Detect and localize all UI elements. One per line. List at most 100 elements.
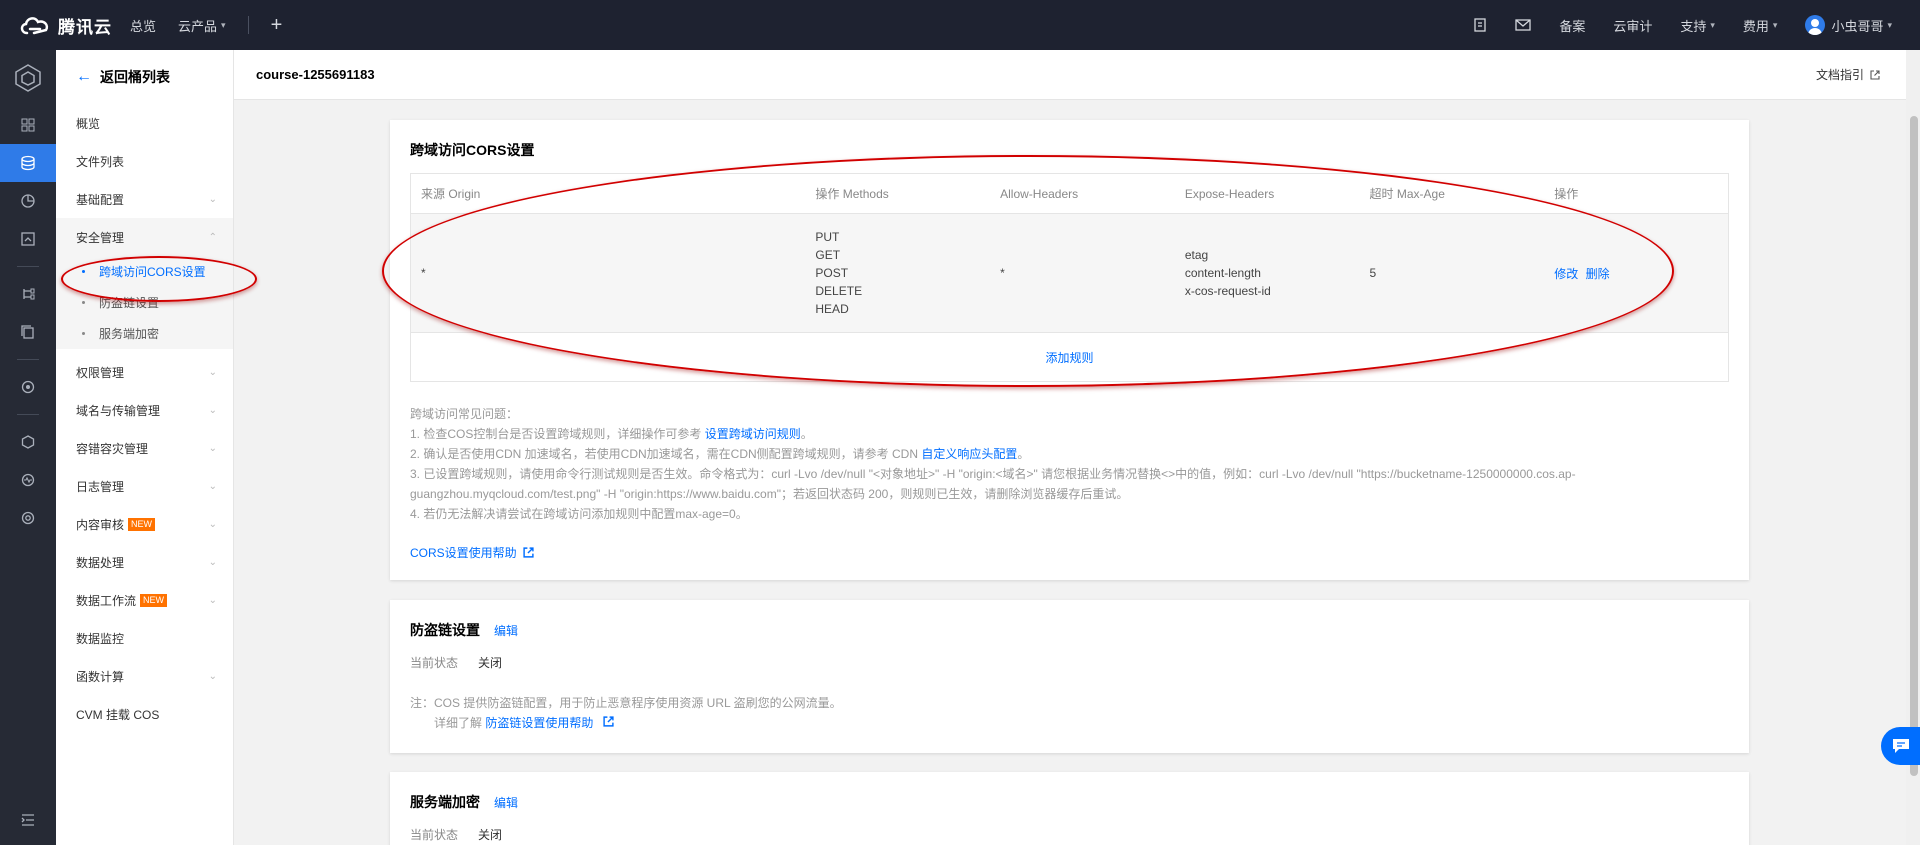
hotlink-title-row: 防盗链设置 编辑 <box>410 620 1729 640</box>
nav-billing-label: 费用 <box>1742 18 1769 34</box>
cors-rule-doc-link[interactable]: 设置跨域访问规则 <box>705 427 801 441</box>
code-icon[interactable] <box>1473 18 1487 32</box>
nav-filing[interactable]: 备案 <box>1559 16 1585 35</box>
sidebar-item-monitoring[interactable]: 数据监控 <box>56 619 233 657</box>
chevron-down-icon: ▾ <box>1772 19 1778 30</box>
sidebar-item-basic-config[interactable]: 基础配置 ⌄ <box>56 180 233 218</box>
back-to-bucket-list[interactable]: ← 返回桶列表 <box>56 50 233 104</box>
add-shortcut-button[interactable]: + <box>271 14 283 37</box>
nav-products[interactable]: 云产品 ▾ <box>178 16 226 35</box>
page-scrollbar[interactable] <box>1906 50 1920 845</box>
chevron-down-icon: ⌄ <box>208 670 217 682</box>
column-header: Expose-Headers <box>1184 186 1275 201</box>
sidebar-item-functions[interactable]: 函数计算 ⌄ <box>56 657 233 695</box>
mail-icon[interactable] <box>1515 19 1531 31</box>
chevron-down-icon: ⌄ <box>208 518 217 530</box>
settings-icon[interactable] <box>0 368 56 406</box>
storage-icon[interactable] <box>0 144 56 182</box>
avatar <box>1805 15 1826 35</box>
nav-support[interactable]: 支持 ▾ <box>1680 16 1715 35</box>
doc-guide-link[interactable]: 文档指引 <box>1816 66 1880 83</box>
security-icon[interactable] <box>0 499 56 537</box>
sidebar-item-moderation[interactable]: 内容审核 NEW ⌄ <box>56 505 233 543</box>
sidebar-subitem-cors[interactable]: 跨域访问CORS设置 <box>56 256 233 287</box>
edit-rule-link[interactable]: 修改 <box>1554 267 1578 281</box>
pie-chart-icon[interactable] <box>0 182 56 220</box>
hotlink-edit-link[interactable]: 编辑 <box>494 622 518 639</box>
nav-audit[interactable]: 云审计 <box>1613 16 1652 35</box>
cdn-header-doc-link[interactable]: 自定义响应头配置 <box>921 447 1017 461</box>
menu-collapse-icon[interactable] <box>0 801 56 839</box>
sidebar-item-label: 文件列表 <box>76 154 125 169</box>
encryption-state: 当前状态 关闭 <box>410 826 1729 843</box>
monitor-icon[interactable] <box>0 461 56 499</box>
state-label: 当前状态 <box>410 656 459 670</box>
encryption-edit-link[interactable]: 编辑 <box>494 794 518 811</box>
chevron-down-icon: ⌄ <box>208 404 217 416</box>
sidebar-item-label: 数据监控 <box>76 631 125 646</box>
note-detail: 详细了解 防盗链设置使用帮助 <box>410 713 1729 733</box>
faq-title: 跨域访问常见问题： <box>410 407 519 421</box>
sidebar-item-permissions[interactable]: 权限管理 ⌄ <box>56 353 233 391</box>
nav-overview[interactable]: 总览 <box>130 16 156 35</box>
cors-help-link[interactable]: CORS设置使用帮助 <box>410 544 534 561</box>
rail-divider <box>17 414 39 415</box>
sidebar-item-label: 日志管理 <box>76 479 125 494</box>
sidebar-item-workflow[interactable]: 数据工作流 NEW ⌄ <box>56 581 233 619</box>
cors-rules-table: 来源 Origin 操作 Methods Allow-Headers Expos… <box>410 173 1729 382</box>
new-badge: NEW <box>128 517 156 531</box>
hexagon-icon[interactable] <box>0 423 56 461</box>
methods-cell: PUT GET POST DELETE HEAD <box>805 228 990 318</box>
copy-icon[interactable] <box>0 313 56 351</box>
chevron-down-icon: ⌄ <box>208 366 217 378</box>
chat-button[interactable] <box>1881 727 1920 765</box>
chevron-down-icon: ▾ <box>1710 19 1715 30</box>
sidebar-item-logs[interactable]: 日志管理 ⌄ <box>56 467 233 505</box>
sidebar-item-disaster[interactable]: 容错容灾管理 ⌄ <box>56 429 233 467</box>
content-header: course-1255691183 文档指引 <box>234 50 1920 100</box>
top-nav: 腾讯云 总览 云产品 ▾ + 备案 云审计 支持 ▾ 费用 ▾ 小虫哥哥 ▾ <box>0 0 1920 50</box>
user-menu[interactable]: 小虫哥哥 ▾ <box>1805 15 1892 35</box>
sidebar-item-security[interactable]: 安全管理 ⌃ <box>56 218 233 256</box>
new-badge: NEW <box>140 593 168 607</box>
username: 小虫哥哥 <box>1831 18 1884 34</box>
hotlink-card: 防盗链设置 编辑 当前状态 关闭 注：COS 提供防盗链配置，用于防止恶意程序使… <box>390 600 1749 753</box>
brand-logo[interactable]: 腾讯云 <box>0 13 130 38</box>
sidebar-item-label: 内容审核 <box>76 517 125 532</box>
sidebar-item-label: CVM 挂载 COS <box>76 707 160 722</box>
chevron-down-icon: ⌄ <box>208 442 217 454</box>
hotlink-help-link[interactable]: 防盗链设置使用帮助 <box>485 716 593 730</box>
faq-line-4: 4. 若仍无法解决请尝试在跨域访问添加规则中配置max-age=0。 <box>410 507 748 521</box>
sidebar-subitem-hotlink[interactable]: 防盗链设置 <box>56 287 233 318</box>
sidebar-item-label: 基础配置 <box>76 192 125 207</box>
expose-header-item: content-length <box>1184 266 1261 280</box>
tree-icon[interactable] <box>0 275 56 313</box>
external-link-icon <box>603 716 614 727</box>
delete-rule-link[interactable]: 删除 <box>1586 267 1610 281</box>
sidebar-item-overview[interactable]: 概览 <box>56 104 233 142</box>
page-title: course-1255691183 <box>256 67 375 82</box>
cube-icon[interactable] <box>0 50 56 106</box>
sidebar-item-processing[interactable]: 数据处理 ⌄ <box>56 543 233 581</box>
hotlink-note: 注：COS 提供防盗链配置，用于防止恶意程序使用资源 URL 盗刷您的公网流量。… <box>410 693 1729 733</box>
nav-billing[interactable]: 费用 ▾ <box>1743 16 1778 35</box>
add-rule-button[interactable]: 添加规则 <box>411 333 1728 381</box>
sidebar-item-domain[interactable]: 域名与传输管理 ⌄ <box>56 391 233 429</box>
brand-name: 腾讯云 <box>58 17 112 37</box>
sidebar-item-files[interactable]: 文件列表 <box>56 142 233 180</box>
back-label: 返回桶列表 <box>100 69 170 85</box>
image-icon[interactable] <box>0 220 56 258</box>
column-header: 超时 Max-Age <box>1369 187 1445 201</box>
sidebar-item-label: 数据工作流 <box>76 593 137 608</box>
column-header: 来源 Origin <box>421 187 481 201</box>
scrollbar-thumb[interactable] <box>1910 116 1918 776</box>
grid-icon[interactable] <box>0 106 56 144</box>
sidebar-item-label: 数据处理 <box>76 555 125 570</box>
chevron-down-icon: ⌄ <box>208 594 217 606</box>
sidebar-subitem-label: 防盗链设置 <box>99 296 160 310</box>
faq-line-2: 2. 确认是否使用CDN 加速域名，若使用CDN加速域名，需在CDN侧配置跨域规… <box>410 444 1730 464</box>
state-value: 关闭 <box>478 828 503 842</box>
method-item: POST <box>815 266 849 280</box>
sidebar-subitem-encryption[interactable]: 服务端加密 <box>56 318 233 349</box>
sidebar-item-cvm-mount[interactable]: CVM 挂载 COS <box>56 695 233 733</box>
